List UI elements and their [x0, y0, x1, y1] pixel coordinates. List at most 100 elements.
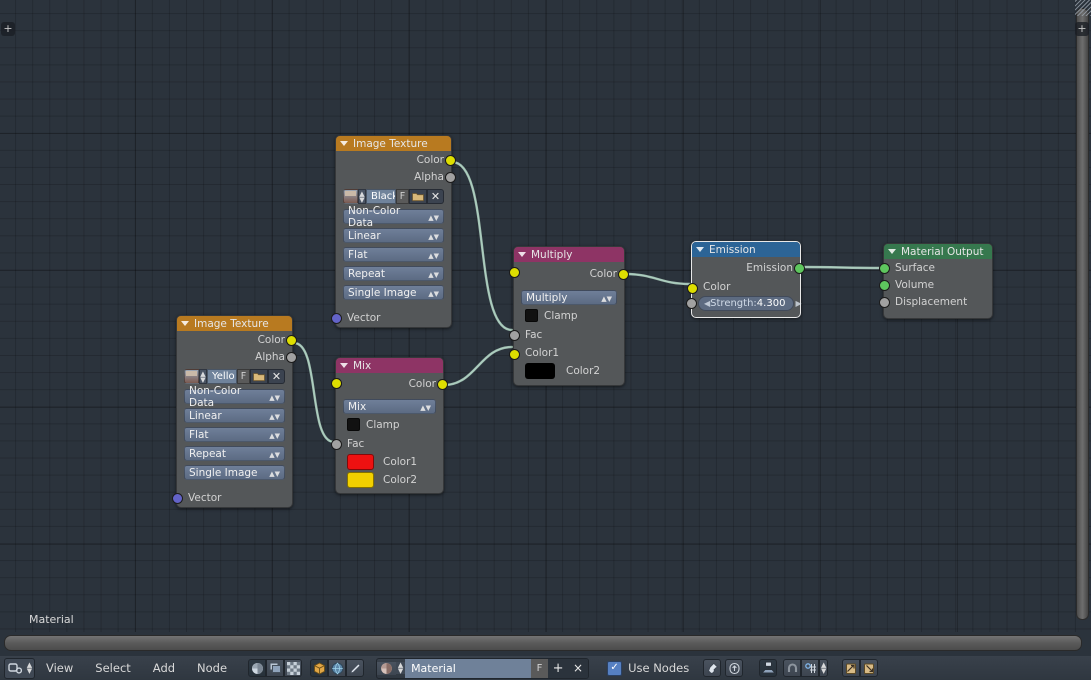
menu-view[interactable]: View	[35, 656, 84, 680]
node-header[interactable]: Material Output	[884, 244, 992, 259]
material-datablock-field[interactable]: ▲ ▼ Material F + ×	[376, 657, 590, 679]
socket-in-color2[interactable]	[331, 378, 342, 389]
color2-swatch[interactable]	[347, 472, 374, 488]
sphere-shading-icon[interactable]	[248, 659, 267, 677]
node-image-texture-bottom[interactable]: Image Texture Color Alpha ▲ ▼ Yello F ✕ …	[172, 315, 297, 508]
socket-out-color[interactable]	[286, 335, 297, 346]
clamp-checkbox-row[interactable]: Clamp	[347, 418, 436, 431]
image-name-field[interactable]: Black	[366, 189, 396, 204]
interpolation-dropdown[interactable]: Linear ▲▼	[343, 228, 444, 243]
context-toggle-group[interactable]	[310, 659, 365, 677]
interpolation-dropdown[interactable]: Linear ▲▼	[184, 408, 285, 423]
chevron-updown-icon[interactable]: ▲ ▼	[819, 659, 829, 677]
decrement-arrow-icon[interactable]: ◀	[704, 299, 710, 308]
menu-select[interactable]: Select	[84, 656, 141, 680]
clamp-checkbox-row[interactable]: Clamp	[525, 309, 617, 322]
menu-node[interactable]: Node	[186, 656, 238, 680]
node-header[interactable]: Mix	[336, 358, 443, 373]
collapse-triangle-icon[interactable]	[340, 141, 348, 146]
socket-in-color2[interactable]	[509, 267, 520, 278]
image-browse-arrows-icon[interactable]: ▲ ▼	[199, 369, 207, 384]
image-layers-icon[interactable]	[266, 659, 285, 677]
unlink-image-icon[interactable]: ✕	[268, 369, 285, 384]
checkbox-icon[interactable]	[525, 309, 538, 322]
projection-dropdown[interactable]: Flat ▲▼	[343, 247, 444, 262]
node-image-texture-top[interactable]: Image Texture Color Alpha ▲ ▼ Black F ✕ …	[331, 135, 456, 328]
editor-type-selector[interactable]: ▲ ▼	[4, 657, 35, 679]
node-multiply[interactable]: Multiply Color Multiply ▲▼ Clamp Fac Col…	[509, 246, 629, 386]
image-browse-thumbnail-icon[interactable]	[184, 369, 199, 384]
checkbox-icon[interactable]	[347, 418, 360, 431]
socket-out-color[interactable]	[437, 379, 448, 390]
socket-out-alpha[interactable]	[286, 352, 297, 363]
pin-icon[interactable]	[703, 659, 722, 677]
chevron-updown-icon[interactable]: ▲ ▼	[396, 662, 406, 675]
fake-user-toggle[interactable]: F	[531, 658, 549, 678]
source-dropdown[interactable]: Single Image ▲▼	[184, 465, 285, 480]
checkbox-icon[interactable]: ✓	[607, 660, 623, 676]
colorspace-dropdown[interactable]: Non-Color Data ▲▼	[184, 385, 285, 409]
node-header[interactable]: Image Texture	[177, 316, 292, 331]
snap-target-icon[interactable]	[801, 659, 820, 677]
material-sphere-icon[interactable]	[377, 661, 397, 675]
socket-in-strength[interactable]	[686, 298, 697, 309]
menu-add[interactable]: Add	[142, 656, 186, 680]
group-inout-buttons[interactable]	[842, 659, 879, 677]
collapse-triangle-icon[interactable]	[888, 249, 896, 254]
color2-swatch[interactable]	[525, 363, 555, 379]
blend-mode-dropdown[interactable]: Multiply ▲▼	[521, 290, 617, 305]
chevron-updown-icon[interactable]: ▲ ▼	[25, 662, 34, 675]
brush-pen-icon[interactable]	[346, 659, 365, 677]
socket-in-fac[interactable]	[509, 330, 520, 341]
socket-in-volume[interactable]	[879, 280, 890, 291]
node-mix[interactable]: Mix Color Mix ▲▼ Clamp Fac Color1 Color2	[331, 357, 448, 494]
socket-out-color[interactable]	[445, 155, 456, 166]
blend-mode-dropdown[interactable]: Mix ▲▼	[343, 399, 436, 414]
shader-type-toggle-group[interactable]	[248, 659, 303, 677]
material-datablock-group[interactable]: ▲ ▼ Material F + ×	[376, 657, 590, 679]
horizontal-scrollbar[interactable]	[4, 635, 1082, 651]
source-dropdown[interactable]: Single Image ▲▼	[343, 285, 444, 300]
node-header[interactable]: Multiply	[514, 247, 624, 262]
vertical-scrollbar[interactable]	[1076, 8, 1089, 620]
socket-in-fac[interactable]	[331, 439, 342, 450]
extension-dropdown[interactable]: Repeat ▲▼	[343, 266, 444, 281]
image-datablock-row[interactable]: ▲ ▼ Yello F ✕	[184, 369, 285, 384]
paste-in-icon[interactable]	[842, 659, 861, 677]
fake-user-toggle[interactable]: F	[396, 189, 409, 204]
socket-in-color1[interactable]	[509, 349, 520, 360]
image-browse-thumbnail-icon[interactable]	[343, 189, 358, 204]
socket-in-vector[interactable]	[172, 493, 183, 504]
toolbar-expand-right-icon[interactable]: +	[1075, 22, 1089, 36]
colorspace-dropdown[interactable]: Non-Color Data ▲▼	[343, 205, 444, 229]
world-globe-icon[interactable]	[328, 659, 347, 677]
projection-dropdown[interactable]: Flat ▲▼	[184, 427, 285, 442]
collapse-triangle-icon[interactable]	[181, 321, 189, 326]
node-emission[interactable]: Emission Emission Color ◀ Strength: 4.30…	[686, 241, 805, 318]
socket-in-displacement[interactable]	[879, 297, 890, 308]
image-name-field[interactable]: Yello	[207, 369, 237, 384]
node-header[interactable]: Image Texture	[336, 136, 451, 151]
increment-arrow-icon[interactable]: ▶	[795, 299, 801, 308]
image-browse-arrows-icon[interactable]: ▲ ▼	[358, 189, 366, 204]
extension-dropdown[interactable]: Repeat ▲▼	[184, 446, 285, 461]
socket-out-alpha[interactable]	[445, 172, 456, 183]
collapse-triangle-icon[interactable]	[340, 363, 348, 368]
area-resize-grip[interactable]	[1075, 0, 1091, 16]
snap-group[interactable]: ▲ ▼	[759, 659, 829, 677]
toolbar-expand-left-icon[interactable]: +	[1, 22, 15, 36]
socket-in-vector[interactable]	[331, 313, 342, 324]
socket-in-surface[interactable]	[879, 263, 890, 274]
collapse-triangle-icon[interactable]	[518, 252, 526, 257]
strength-number-field[interactable]: ◀ Strength: 4.300 ▶	[698, 296, 802, 311]
socket-out-color[interactable]	[618, 269, 629, 280]
new-material-button[interactable]: +	[548, 658, 569, 678]
fake-user-toggle[interactable]: F	[237, 369, 250, 384]
checker-texture-icon[interactable]	[284, 659, 303, 677]
socket-in-color[interactable]	[687, 283, 698, 294]
unlink-material-button[interactable]: ×	[568, 658, 589, 678]
magnet-icon[interactable]	[783, 659, 802, 677]
material-name-field[interactable]: Material	[405, 658, 532, 678]
copy-out-icon[interactable]	[860, 659, 879, 677]
node-material-output[interactable]: Material Output Surface Volume Displacem…	[879, 243, 993, 319]
